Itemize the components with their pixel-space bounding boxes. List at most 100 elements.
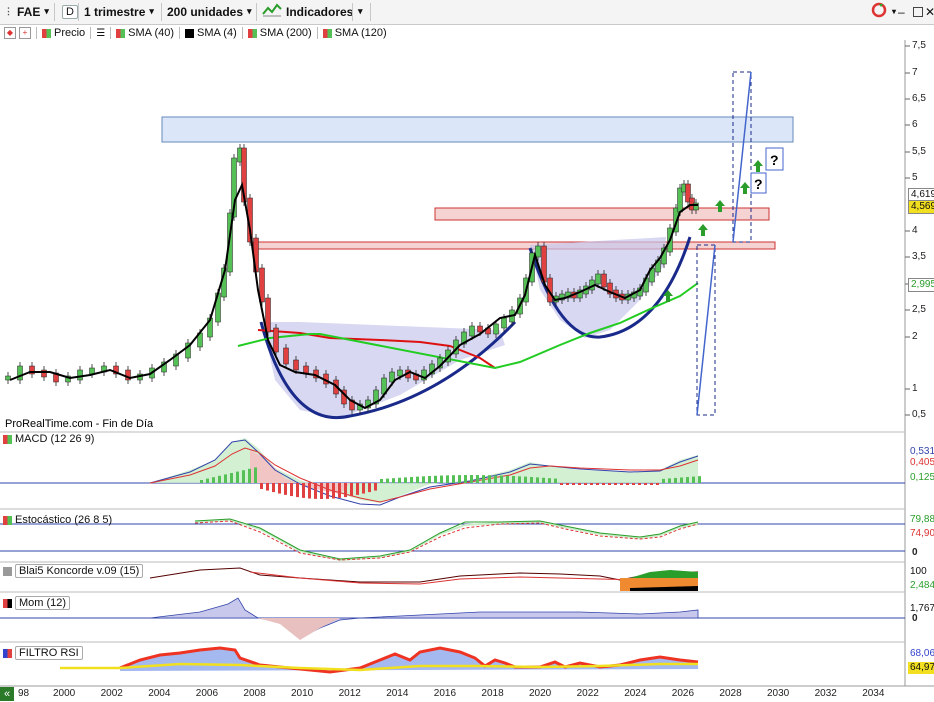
price-axis-label: 7,5	[912, 40, 926, 51]
macd-histogram-bar	[326, 483, 329, 499]
macd-histogram-bar	[536, 477, 539, 483]
macd-histogram-bar	[650, 483, 653, 485]
macd-histogram-bar	[248, 468, 251, 483]
macd-histogram-bar	[482, 475, 485, 483]
candle	[493, 323, 499, 335]
koncorde-value-2: 2,484	[910, 580, 934, 591]
macd-histogram-bar	[698, 476, 701, 483]
price-axis-label: 4	[912, 225, 918, 236]
macd-histogram-bar	[578, 483, 581, 485]
macd-histogram-bar	[614, 483, 617, 485]
macd-histogram-bar	[380, 479, 383, 483]
macd-histogram-bar	[638, 483, 641, 485]
macd-histogram-bar	[524, 476, 527, 483]
macd-histogram-bar	[368, 483, 371, 493]
macd-histogram-bar	[392, 478, 395, 483]
macd-histogram-bar	[626, 483, 629, 485]
macd-histogram-bar	[632, 483, 635, 485]
stoch-panel-label[interactable]: Estocástico (26 8 5)	[3, 514, 112, 526]
macd-histogram-bar	[224, 474, 227, 483]
macd-histogram-bar	[542, 477, 545, 483]
price-axis-label: 6,5	[912, 93, 926, 104]
macd-histogram-bar	[560, 483, 563, 485]
macd-histogram-bar	[464, 475, 467, 483]
macd-histogram-bar	[584, 483, 587, 485]
price-axis-label: 1	[912, 383, 918, 394]
price-axis-label: 5,5	[912, 146, 926, 157]
macd-histogram-bar	[602, 483, 605, 485]
macd-swatch-icon	[3, 434, 12, 444]
macd-histogram-bar	[530, 477, 533, 483]
candle	[535, 245, 541, 258]
macd-histogram-bar	[212, 477, 215, 483]
koncorde-swatch-icon	[3, 566, 12, 576]
macd-title: MACD (12 26 9)	[15, 433, 95, 445]
time-axis-label: 2006	[195, 688, 219, 699]
macd-histogram-bar	[242, 470, 245, 483]
macd-histogram-bar	[410, 477, 413, 483]
time-axis-label: 2032	[814, 688, 837, 699]
macd-histogram-bar	[422, 476, 425, 483]
macd-histogram-bar	[230, 473, 233, 483]
macd-histogram-bar	[416, 476, 419, 483]
macd-histogram-bar	[206, 478, 209, 483]
time-axis-label: 2024	[624, 688, 647, 699]
rsi-panel-label[interactable]: FILTRO RSI	[3, 646, 83, 660]
macd-panel-label[interactable]: MACD (12 26 9)	[3, 433, 94, 445]
time-axis-label: 2034	[862, 688, 885, 699]
stoch-value-2: 74,90	[910, 528, 934, 539]
macd-histogram-bar	[566, 483, 569, 485]
time-axis-label: 2028	[719, 688, 742, 699]
time-axis-label: 2030	[767, 688, 790, 699]
macd-histogram-bar	[596, 483, 599, 485]
stoch-value-1: 79,88	[910, 514, 934, 525]
candle	[5, 375, 11, 381]
resistance-zone[interactable]	[161, 116, 794, 143]
candle	[77, 369, 83, 381]
macd-histogram-bar	[692, 476, 695, 483]
macd-histogram-bar	[344, 483, 347, 498]
candle	[17, 365, 23, 381]
stoch-title: Estocástico (26 8 5)	[15, 514, 113, 526]
source-label: ProRealTime.com - Fin de Día	[5, 418, 154, 430]
scroll-left-button[interactable]: «	[0, 687, 14, 701]
rsi-value-1: 68,06	[910, 648, 934, 659]
time-axis-label: 2020	[529, 688, 552, 699]
price-axis-label: 2	[912, 331, 918, 342]
macd-histogram-bar	[362, 483, 365, 494]
price-chart[interactable]: ? ? ProRealTime.com - Fin de Día	[0, 0, 934, 702]
candle	[283, 347, 289, 365]
time-axis-label: 2000	[53, 688, 76, 699]
macd-histogram-bar	[506, 475, 509, 483]
macd-histogram-bar	[680, 477, 683, 483]
rsi-title: FILTRO RSI	[15, 646, 83, 660]
macd-histogram-bar	[446, 475, 449, 483]
macd-histogram-bar	[236, 471, 239, 483]
macd-histogram-bar	[554, 478, 557, 483]
price-axis-label: 7	[912, 67, 918, 78]
macd-histogram-bar	[656, 483, 659, 485]
macd-histogram-bar	[572, 483, 575, 485]
koncorde-value-1: 100	[910, 566, 927, 577]
macd-histogram-bar	[512, 476, 515, 483]
time-axis-label: 2010	[291, 688, 314, 699]
macd-histogram-bar	[266, 483, 269, 491]
macd-histogram-bar	[452, 475, 455, 483]
close-price-tag: 4,569	[908, 200, 934, 214]
price-axis-label: 0,5	[912, 409, 926, 420]
macd-histogram-bar	[440, 475, 443, 483]
koncorde-panel-label[interactable]: Blai5 Koncorde v.09 (15)	[3, 564, 144, 578]
macd-histogram-bar	[308, 483, 311, 499]
macd-histogram-bar	[434, 475, 437, 483]
macd-histogram-bar	[518, 476, 521, 483]
mom-panel-label[interactable]: Mom (12)	[3, 596, 71, 610]
macd-value-3: 0,125	[910, 472, 934, 483]
macd-histogram-bar	[428, 476, 431, 483]
macd-histogram-bar	[200, 480, 203, 483]
price-axis-label: 2,5	[912, 304, 926, 315]
candle	[501, 317, 507, 329]
double-chevron-left-icon: «	[3, 688, 11, 700]
rsi-value-2: 64,97	[908, 662, 934, 674]
koncorde-title: Blai5 Koncorde v.09 (15)	[15, 564, 144, 578]
macd-histogram-bar	[284, 483, 287, 495]
